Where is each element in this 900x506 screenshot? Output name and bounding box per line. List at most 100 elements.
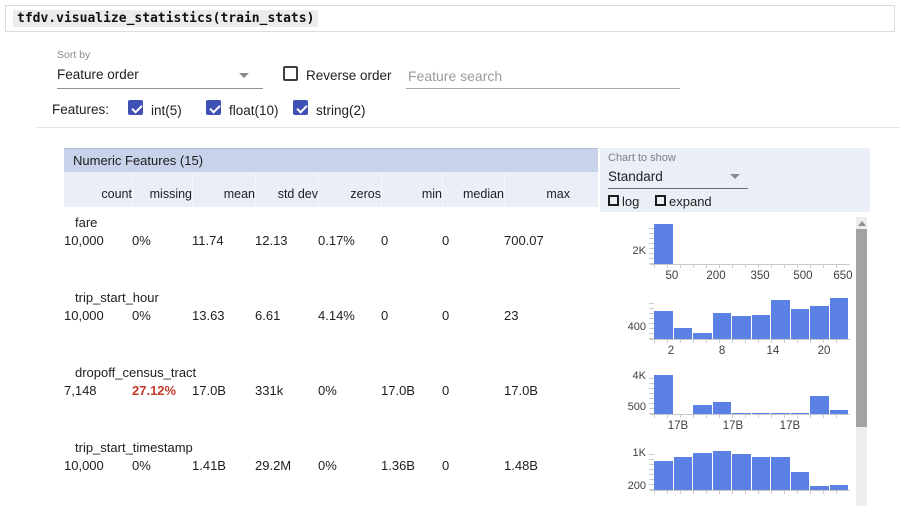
filter-string-checkbox[interactable] — [293, 100, 308, 115]
col-min: min — [381, 172, 442, 207]
histogram-bar — [674, 328, 693, 339]
feature-name: trip_start_timestamp — [75, 440, 193, 455]
sort-by-label: Sort by — [57, 49, 90, 61]
feature-name: dropoff_census_tract — [75, 365, 196, 380]
feature-name: trip_start_hour — [75, 290, 159, 305]
reverse-order-label[interactable]: Reverse order — [306, 68, 392, 83]
histogram-bar — [791, 413, 810, 414]
table-row-trip-start-hour: trip_start_hour 10,000 0% 13.63 6.61 4.1… — [64, 287, 598, 362]
table-row-dropoff-census-tract: dropoff_census_tract 7,148 27.12% 17.0B … — [64, 362, 598, 437]
x-tick-label: 17B — [658, 420, 698, 432]
histogram-bar — [752, 457, 771, 490]
histogram-bar — [693, 453, 712, 490]
cell-stddev: 29.2M — [255, 458, 318, 473]
cell-zeros: 0% — [318, 383, 381, 398]
y-tick-label: 500 — [600, 401, 646, 413]
histogram-bar — [674, 457, 693, 490]
y-tick-label: 4K — [600, 370, 646, 382]
cell-min: 17.0B — [381, 383, 442, 398]
x-axis-ticks — [654, 491, 849, 494]
cell-stddev: 331k — [255, 383, 318, 398]
log-label[interactable]: log — [622, 194, 639, 209]
filter-string-label[interactable]: string(2) — [316, 103, 366, 118]
chart-type-value: Standard — [608, 169, 663, 184]
x-tick-label: 20 — [804, 345, 844, 357]
notebook-output-page: tfdv.visualize_statistics(train_stats) S… — [0, 0, 900, 506]
chart-options-panel: Chart to show Standard log expand — [600, 148, 870, 212]
x-tick-label: 500 — [783, 270, 823, 282]
histogram-bar — [810, 486, 829, 490]
filter-float-label[interactable]: float(10) — [229, 103, 279, 118]
x-axis-ticks — [654, 265, 849, 268]
cell-min: 0 — [381, 233, 442, 248]
cell-median: 0 — [442, 308, 504, 323]
col-max: max — [504, 172, 570, 207]
histogram-bar — [654, 311, 673, 339]
code-text: tfdv.visualize_statistics(train_stats) — [13, 10, 318, 27]
histogram-bar — [771, 457, 790, 490]
col-missing: missing — [132, 172, 192, 207]
cell-stddev: 12.13 — [255, 233, 318, 248]
histogram-bar — [654, 375, 673, 414]
cell-missing: 0% — [132, 458, 192, 473]
chevron-down-icon — [730, 174, 740, 179]
x-axis-ticks — [654, 340, 849, 343]
numeric-features-title: Numeric Features (15) — [73, 153, 203, 168]
reverse-order-checkbox[interactable] — [283, 66, 298, 81]
cell-count: 10,000 — [64, 458, 132, 473]
cell-stddev: 6.61 — [255, 308, 318, 323]
cell-median: 0 — [442, 383, 504, 398]
controls-divider — [37, 127, 900, 128]
x-tick-label: 17B — [713, 420, 753, 432]
cell-mean: 11.74 — [192, 233, 255, 248]
cell-zeros: 4.14% — [318, 308, 381, 323]
feature-search-input[interactable]: Feature search — [406, 63, 680, 89]
sort-by-dropdown[interactable]: Feature order — [57, 63, 263, 89]
filter-int-label[interactable]: int(5) — [151, 103, 182, 118]
scroll-up-icon[interactable] — [858, 221, 866, 226]
cell-missing: 0% — [132, 308, 192, 323]
col-mean: mean — [192, 172, 255, 207]
x-tick-label: 200 — [696, 270, 736, 282]
histogram-bar — [771, 300, 790, 339]
histogram-bar — [713, 313, 732, 339]
cell-missing: 0% — [132, 233, 192, 248]
histogram-bar — [732, 413, 751, 414]
expand-checkbox[interactable] — [655, 195, 666, 206]
x-tick-label: 50 — [652, 270, 692, 282]
cell-zeros: 0% — [318, 458, 381, 473]
histogram-bar — [654, 461, 673, 490]
cell-max: 23 — [504, 308, 570, 323]
cell-mean: 17.0B — [192, 383, 255, 398]
filter-int-checkbox[interactable] — [128, 100, 143, 115]
y-tick-label: 2K — [600, 245, 646, 257]
col-stddev: std dev — [255, 172, 318, 207]
histogram-trip-start-hour: 281420400 — [600, 295, 856, 371]
y-tick-label: 200 — [600, 480, 646, 492]
cell-min: 1.36B — [381, 458, 442, 473]
y-tick-label: 1K — [600, 447, 646, 459]
chart-type-dropdown[interactable]: Standard — [608, 165, 748, 189]
histogram-bar — [732, 316, 751, 339]
histogram-dropoff-census-tract: 17B 17B 17B 4K 500 — [600, 370, 856, 446]
y-tick-label: 400 — [600, 321, 646, 333]
scrollbar-thumb[interactable] — [856, 229, 867, 427]
cell-missing-alert: 27.12% — [132, 383, 192, 398]
filter-float-checkbox[interactable] — [206, 100, 221, 115]
chevron-down-icon — [239, 73, 249, 78]
histogram-bar — [693, 405, 712, 414]
cell-count: 10,000 — [64, 308, 132, 323]
histogram-bar — [771, 413, 790, 414]
x-tick-label: 17B — [770, 420, 810, 432]
col-count: count — [64, 172, 132, 207]
log-checkbox[interactable] — [608, 195, 619, 206]
expand-label[interactable]: expand — [669, 194, 712, 209]
histogram-bar — [752, 413, 771, 414]
histogram-bar — [693, 333, 712, 339]
sort-by-value: Feature order — [57, 67, 139, 82]
x-tick-label: 8 — [702, 345, 742, 357]
histogram-bar — [830, 410, 849, 414]
cell-mean: 1.41B — [192, 458, 255, 473]
code-cell[interactable]: tfdv.visualize_statistics(train_stats) — [5, 5, 895, 32]
cell-mean: 13.63 — [192, 308, 255, 323]
